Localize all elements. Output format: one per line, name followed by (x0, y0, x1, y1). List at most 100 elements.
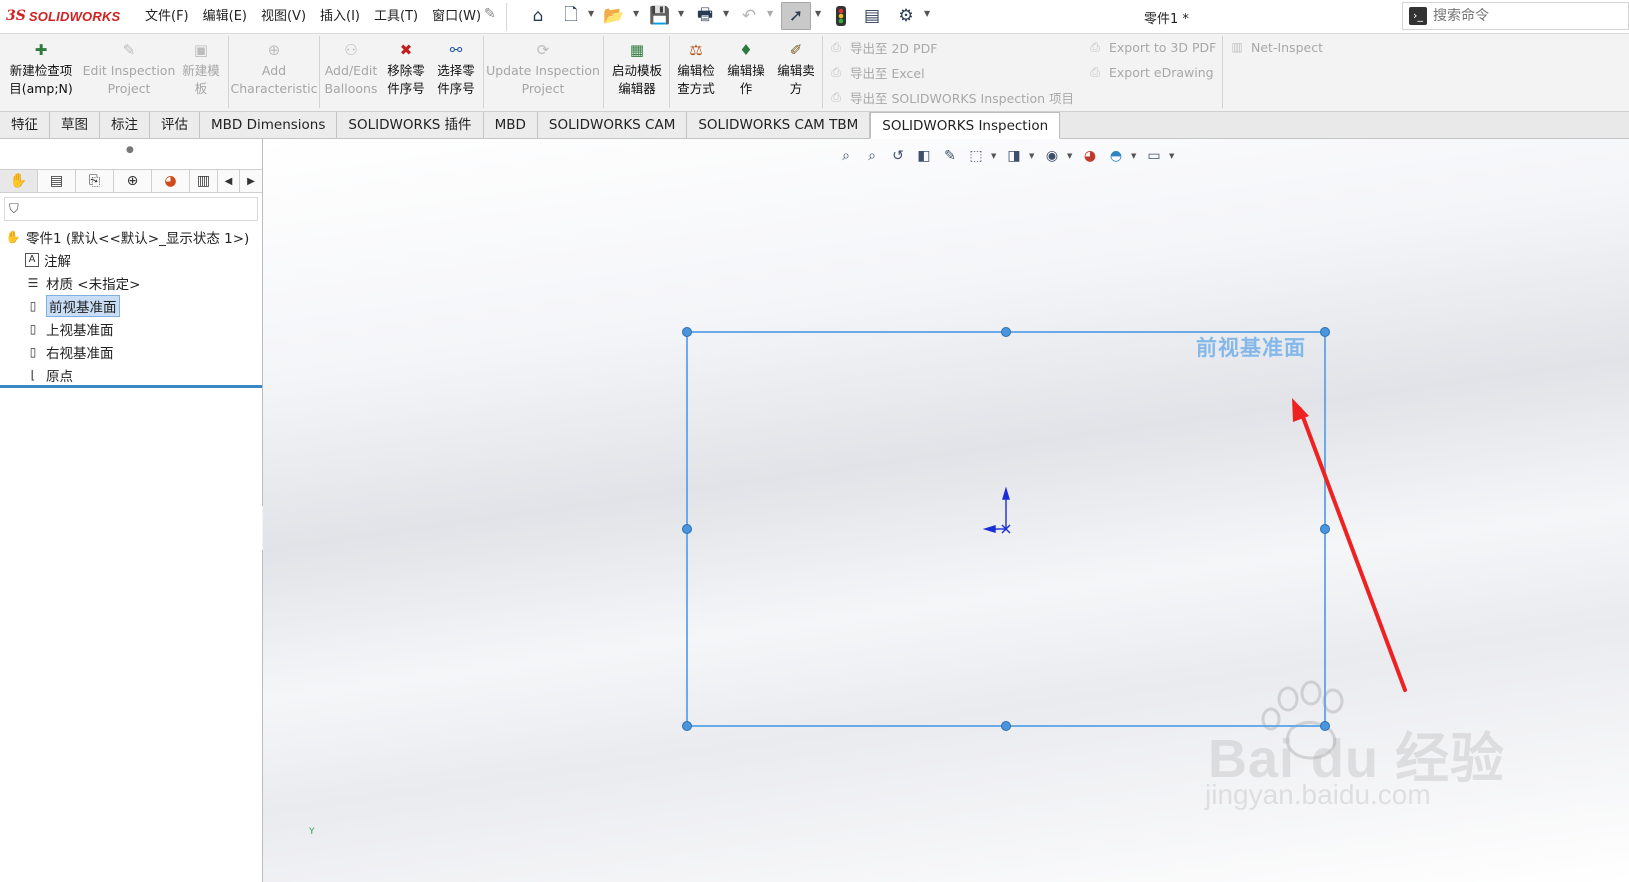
print-icon[interactable]: 🖶 (693, 4, 717, 28)
ribbon-divider (822, 36, 823, 108)
tab-solidworks-cam[interactable]: SOLIDWORKS CAM (537, 112, 688, 138)
tab-solidworks-inspection[interactable]: SOLIDWORKS Inspection (870, 112, 1061, 139)
ribbon-divider (228, 36, 229, 108)
net-inspect-button[interactable]: ▥ Net-Inspect (1229, 36, 1323, 58)
tree-item-label: 原点 (46, 368, 73, 385)
net-inspect-icon: ▥ (1231, 40, 1243, 54)
tree-item-label: 前视基准面 (46, 294, 120, 317)
export-excel-button[interactable]: ⎙ 导出至 Excel (828, 61, 924, 83)
cam-manager-tab-icon[interactable]: ▥ (190, 170, 218, 192)
graphics-area[interactable]: ⌕ ⌕ ↺ ◧ ✎ ⬚ ▼ ◨ ▼ ◉ ▼ ◕ ◓ ▼ ▭ ▼ Bai du 经… (263, 139, 1629, 882)
menu-tools[interactable]: 工具(T) (367, 8, 425, 26)
print-dropdown-icon[interactable]: ▼ (723, 10, 731, 18)
tab-evaluate[interactable]: 评估 (150, 112, 200, 138)
plane-handle[interactable] (1320, 524, 1330, 534)
new-inspection-project-button[interactable]: ✚ 新建检查项 目(amp;N) (4, 40, 78, 108)
file-properties-icon[interactable]: ▤ (860, 4, 884, 28)
tree-item-material[interactable]: ☰ 材质 <未指定> (0, 271, 262, 294)
vendors-icon: ✐ (789, 41, 803, 59)
featuremanager-tab-icon[interactable]: ✋ (0, 170, 38, 192)
panel-collapse-handle[interactable]: ● (126, 145, 134, 155)
propertymanager-tab-icon[interactable]: ▤ (38, 170, 76, 192)
excel-icon: ⎙ (831, 65, 841, 79)
select-dropdown-icon[interactable]: ▼ (815, 10, 823, 18)
export-edrawing-button[interactable]: ⎙ Export eDrawing (1087, 61, 1213, 83)
tree-item-annotations[interactable]: A 注解 (0, 248, 262, 271)
tab-solidworks-cam-tbm[interactable]: SOLIDWORKS CAM TBM (687, 112, 871, 138)
save-dropdown-icon[interactable]: ▼ (678, 10, 686, 18)
menu-edit[interactable]: 编辑(E) (196, 8, 254, 26)
menu-file[interactable]: 文件(F) (138, 8, 196, 26)
options-dropdown-icon[interactable]: ▼ (924, 10, 932, 18)
remove-balloons-button[interactable]: ✖ 移除零 件序号 (382, 40, 430, 108)
tree-item-top-plane[interactable]: ▯ 上视基准面 (0, 317, 262, 340)
tree-item-right-plane[interactable]: ▯ 右视基准面 (0, 340, 262, 363)
plane-handle[interactable] (1001, 327, 1011, 337)
add-characteristic-button[interactable]: ⊕ Add Characteristic (231, 40, 318, 108)
pin-menu-icon[interactable]: ✎ (484, 6, 498, 24)
tab-markup[interactable]: 标注 (100, 112, 150, 138)
edit-inspection-project-button[interactable]: ✎ Edit Inspection Project (82, 40, 176, 108)
feature-tree: ✋ 零件1 (默认<<默认>_显示状态 1>) A 注解 ☰ 材质 <未指定> … (0, 225, 262, 386)
select-balloons-button[interactable]: ⚯ 选择零 件序号 (432, 40, 480, 108)
dimxpertmanager-tab-icon[interactable]: ⊕ (114, 170, 152, 192)
tab-mbd-dimensions[interactable]: MBD Dimensions (200, 112, 338, 138)
displaymanager-tab-icon[interactable]: ◕ (152, 170, 190, 192)
plane-canvas (682, 327, 1407, 731)
tab-features[interactable]: 特征 (0, 112, 50, 138)
launch-template-editor-button[interactable]: ▦ 启动模板 编辑器 (606, 40, 668, 108)
new-inspection-project-icon: ✚ (34, 41, 48, 59)
tree-root-part[interactable]: ✋ 零件1 (默认<<默认>_显示状态 1>) (0, 225, 262, 248)
annotation-arrow (1292, 398, 1407, 692)
export-3d-pdf-button[interactable]: ⎙ Export to 3D PDF (1087, 36, 1216, 58)
add-edit-balloons-button[interactable]: ⚇ Add/Edit Balloons (322, 40, 380, 108)
plane-handle[interactable] (1320, 327, 1330, 337)
new-template-button[interactable]: ▣ 新建模 板 (178, 40, 224, 108)
ribbon-divider (483, 36, 484, 108)
button-label-line2: Project (521, 81, 565, 96)
traffic-light-icon[interactable] (832, 4, 850, 28)
tab-sketch[interactable]: 草图 (50, 112, 100, 138)
open-dropdown-icon[interactable]: ▼ (633, 10, 641, 18)
edit-vendors-button[interactable]: ✐ 编辑卖 方 (772, 40, 820, 108)
button-label-line1: 启动模板 (611, 63, 662, 78)
configurationmanager-tab-icon[interactable]: ⎘ (76, 170, 114, 192)
open-icon[interactable]: 📂 (602, 4, 626, 28)
button-label-line1: Add/Edit (324, 63, 378, 78)
tree-item-front-plane[interactable]: ▯ 前视基准面 (0, 294, 262, 317)
edit-inspection-methods-button[interactable]: ⚖ 编辑检 查方式 (672, 40, 720, 108)
new-document-icon[interactable]: 🗋 (560, 4, 582, 28)
triad-y-label: Y (309, 827, 315, 837)
scroll-right-icon[interactable]: ▶ (240, 170, 262, 192)
tree-item-origin[interactable]: ⌊ 原点 (0, 363, 262, 386)
plane-handle[interactable] (1001, 721, 1011, 731)
undo-icon[interactable]: ↶ (738, 4, 760, 28)
home-icon[interactable]: ⌂ (526, 4, 550, 28)
menu-insert[interactable]: 插入(I) (313, 8, 367, 26)
menu-window[interactable]: 窗口(W) (425, 8, 488, 26)
edit-operations-button[interactable]: ♦ 编辑操 作 (722, 40, 770, 108)
new-dropdown-icon[interactable]: ▼ (588, 10, 596, 18)
update-inspection-project-button[interactable]: ⟳ Update Inspection Project (486, 40, 600, 108)
plane-handle[interactable] (1320, 721, 1330, 731)
select-arrow-icon[interactable]: ➚ (781, 2, 811, 30)
rollback-bar[interactable] (0, 385, 262, 388)
scroll-left-icon[interactable]: ◀ (218, 170, 240, 192)
options-gear-icon[interactable]: ⚙ (894, 4, 918, 28)
tab-solidworks-addins[interactable]: SOLIDWORKS 插件 (337, 112, 484, 138)
export-2d-pdf-button[interactable]: ⎙ 导出至 2D PDF (828, 36, 937, 58)
plane-handle[interactable] (682, 327, 692, 337)
origin-icon: ⌊ (30, 367, 36, 382)
plane-handle[interactable] (682, 524, 692, 534)
menu-view[interactable]: 视图(V) (254, 8, 313, 26)
solidworks-logo[interactable]: 3S SOLIDWORKS (6, 6, 120, 26)
edit-inspection-project-icon: ✎ (122, 41, 136, 59)
operations-icon: ♦ (739, 41, 753, 59)
save-icon[interactable]: 💾 (648, 4, 672, 28)
undo-dropdown-icon[interactable]: ▼ (767, 10, 775, 18)
tree-filter[interactable]: ⛉ (4, 197, 258, 221)
search-commands-input[interactable] (1433, 8, 1613, 24)
export-inspection-project-button[interactable]: ⎙ 导出至 SOLIDWORKS Inspection 项目 (828, 86, 1074, 108)
plane-handle[interactable] (682, 721, 692, 731)
tab-mbd[interactable]: MBD (483, 112, 538, 138)
